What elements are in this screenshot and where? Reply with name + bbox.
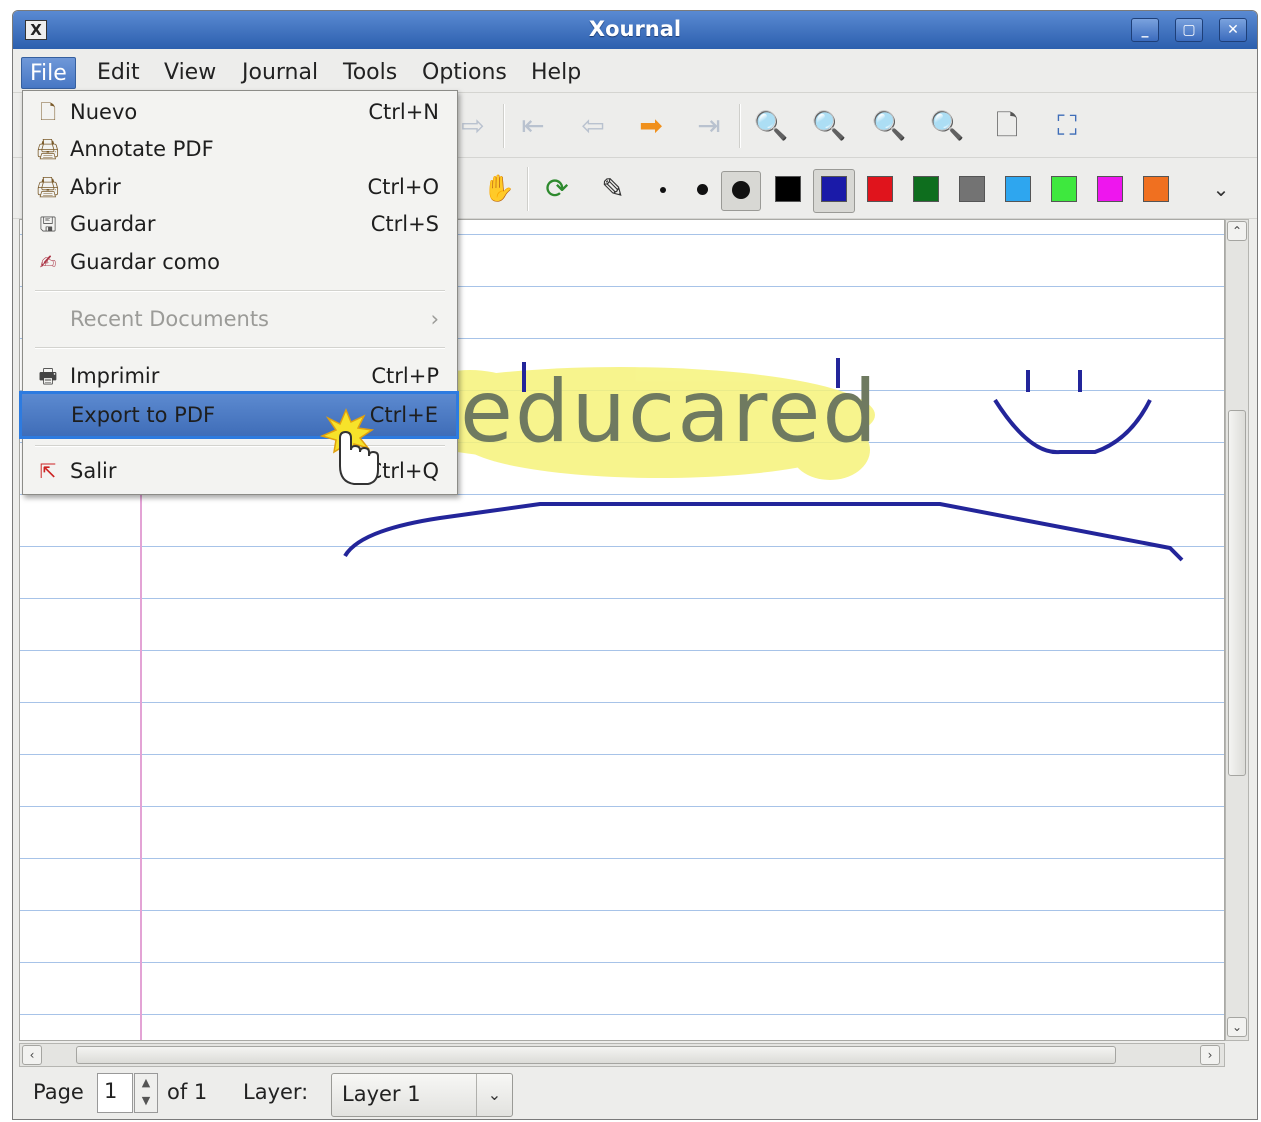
close-button[interactable]: ✕: [1219, 18, 1247, 42]
menu-item-nuevo[interactable]: 🗋 Nuevo Ctrl+N: [23, 95, 457, 131]
chevron-down-icon[interactable]: ⌄: [476, 1074, 512, 1116]
save-icon: 🖫: [39, 212, 57, 236]
chevron-down-icon[interactable]: ⌄: [1201, 169, 1241, 209]
page-count-label: of 1: [167, 1080, 208, 1104]
menu-view[interactable]: View: [156, 57, 224, 89]
fine-thickness-icon[interactable]: [660, 187, 666, 193]
menu-item-salir[interactable]: ⇱ Salir Ctrl+Q: [23, 454, 457, 490]
fullscreen-icon[interactable]: ⛶: [1047, 106, 1087, 146]
horizontal-scroll-thumb[interactable]: [76, 1046, 1116, 1064]
menu-options[interactable]: Options: [414, 57, 515, 89]
scroll-right-icon[interactable]: ›: [1200, 1045, 1220, 1065]
save-as-icon: ✍: [39, 250, 57, 274]
title-bar: X Xournal _ ▢ ✕: [13, 11, 1257, 49]
chevron-right-icon: ›: [430, 307, 439, 331]
zoom-100-icon[interactable]: 🔍: [927, 106, 967, 146]
refresh-icon[interactable]: ⟳: [537, 169, 577, 209]
color-orange-button[interactable]: [1143, 176, 1169, 202]
hand-pointer-cursor-icon: [319, 408, 379, 485]
minimize-button[interactable]: _: [1131, 18, 1159, 42]
menu-item-annotate-pdf[interactable]: 🖨 Annotate PDF: [23, 132, 457, 168]
vertical-scroll-thumb[interactable]: [1228, 410, 1246, 776]
scroll-left-icon[interactable]: ‹: [22, 1045, 42, 1065]
vertical-scrollbar[interactable]: ⌃ ⌄: [1225, 219, 1249, 1041]
page-number-input[interactable]: 1: [97, 1073, 133, 1113]
menu-item-guardar-como[interactable]: ✍ Guardar como: [23, 245, 457, 281]
hand-tool-icon[interactable]: ✋: [479, 169, 519, 209]
zoom-fit-icon[interactable]: 🔍: [809, 106, 849, 146]
menu-item-export-to-pdf[interactable]: Export to PDF Ctrl+E: [19, 391, 459, 439]
next-page-icon[interactable]: ➡: [631, 106, 671, 146]
first-page-icon[interactable]: ⇤: [513, 106, 553, 146]
annotate-pdf-icon: 🖨: [35, 137, 61, 161]
status-bar: Page 1 ▲ ▼ of 1 Layer: Layer 1 ⌄: [13, 1069, 1257, 1119]
last-page-icon[interactable]: ⇥: [689, 106, 729, 146]
menu-journal[interactable]: Journal: [234, 57, 326, 89]
layer-select-value: Layer 1: [342, 1082, 421, 1106]
previous-page-icon[interactable]: ⇦: [573, 106, 613, 146]
layer-select[interactable]: Layer 1 ⌄: [331, 1073, 513, 1117]
new-document-icon: 🗋: [39, 100, 57, 124]
pen-options-icon[interactable]: ✎: [593, 169, 633, 209]
menu-item-recent-documents: Recent Documents ›: [70, 307, 439, 331]
menu-help[interactable]: Help: [523, 57, 589, 89]
color-green-button[interactable]: [913, 176, 939, 202]
toolbar-separator: [527, 167, 529, 211]
color-black-button[interactable]: [775, 176, 801, 202]
horizontal-scrollbar[interactable]: ‹ ›: [19, 1043, 1225, 1067]
zoom-out-icon[interactable]: 🔍: [751, 106, 791, 146]
page-label: Page: [33, 1080, 84, 1104]
menu-file[interactable]: File: [21, 57, 76, 89]
color-gray-button[interactable]: [959, 176, 985, 202]
medium-thickness-icon[interactable]: [697, 184, 708, 195]
layer-label: Layer:: [243, 1080, 309, 1104]
color-light-green-button[interactable]: [1051, 176, 1077, 202]
color-red-button[interactable]: [867, 176, 893, 202]
menu-item-abrir[interactable]: 🖨 Abrir Ctrl+O: [23, 170, 457, 206]
quit-icon: ⇱: [39, 459, 57, 483]
color-magenta-button[interactable]: [1097, 176, 1123, 202]
zoom-in-icon[interactable]: 🔍: [869, 106, 909, 146]
menu-bar: File Edit View Journal Tools Options Hel…: [13, 49, 1257, 93]
thick-thickness-icon: [732, 181, 750, 199]
open-folder-icon: 🖨: [35, 175, 61, 199]
menu-separator: [35, 347, 445, 349]
menu-separator: [35, 290, 445, 292]
menu-item-guardar[interactable]: 🖫 Guardar Ctrl+S: [23, 207, 457, 243]
printer-icon: 🖶: [38, 364, 58, 388]
canvas-text: educared: [460, 362, 879, 462]
page-width-icon[interactable]: 🗋: [987, 106, 1027, 146]
color-blue-button[interactable]: [821, 176, 847, 202]
menu-item-imprimir[interactable]: 🖶 Imprimir Ctrl+P: [23, 359, 457, 395]
menu-tools[interactable]: Tools: [335, 57, 405, 89]
color-light-blue-button[interactable]: [1005, 176, 1031, 202]
window-title: Xournal: [588, 17, 682, 41]
toolbar-separator: [503, 104, 505, 148]
page-spinner[interactable]: ▲ ▼: [134, 1073, 158, 1113]
toolbar-separator: [739, 104, 741, 148]
scroll-down-icon[interactable]: ⌄: [1227, 1017, 1247, 1037]
file-menu-dropdown: 🗋 Nuevo Ctrl+N 🖨 Annotate PDF 🖨 Abrir Ct…: [19, 90, 459, 495]
scroll-up-icon[interactable]: ⌃: [1227, 221, 1247, 241]
maximize-button[interactable]: ▢: [1175, 18, 1203, 42]
menu-edit[interactable]: Edit: [89, 57, 148, 89]
redo-icon[interactable]: ⇨: [453, 106, 493, 146]
